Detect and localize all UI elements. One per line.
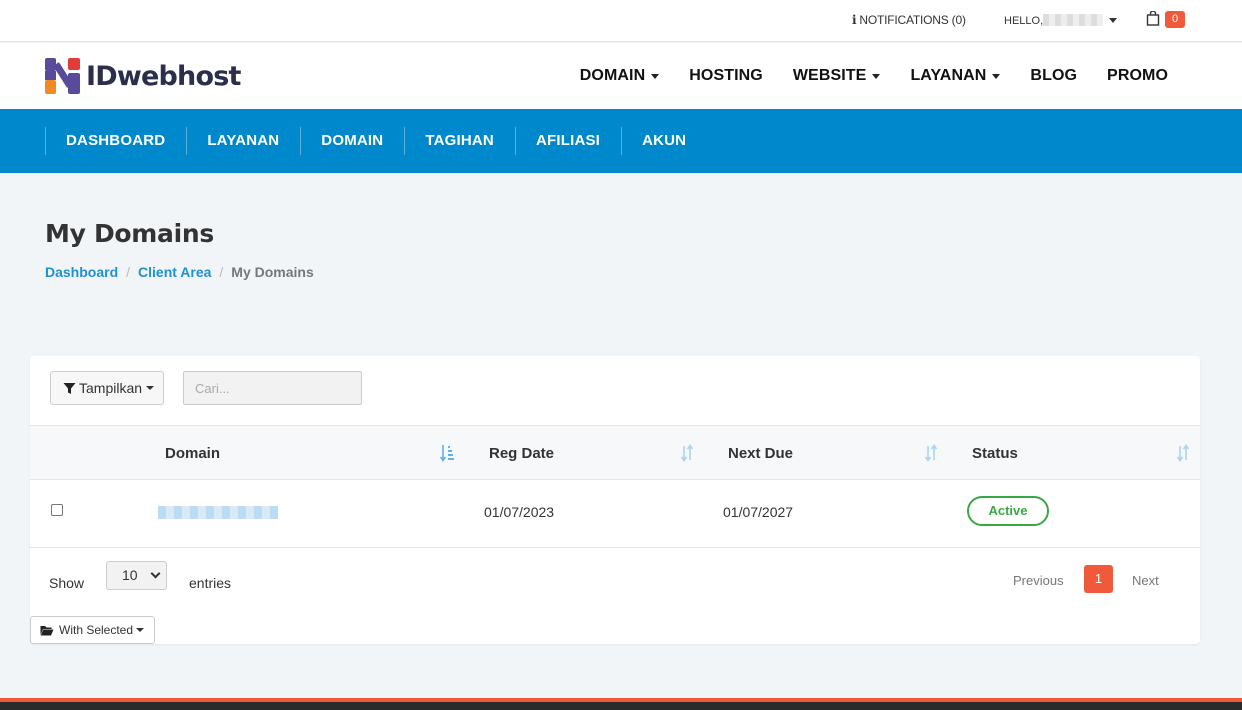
footer-bar	[0, 698, 1242, 710]
with-selected-button[interactable]: With Selected	[30, 616, 155, 644]
nav-hosting[interactable]: HOSTING	[689, 67, 763, 85]
search-input[interactable]	[183, 371, 362, 405]
caret-down-icon	[136, 628, 145, 632]
column-header-reg-date[interactable]: Reg Date	[489, 445, 554, 462]
hello-label: HELLO,	[1004, 15, 1044, 27]
reg-date-cell: 01/07/2023	[484, 504, 555, 520]
nav-label: DOMAIN	[579, 67, 646, 84]
filter-icon	[63, 382, 76, 394]
nav-label: HOSTING	[689, 67, 763, 84]
subnav-domain[interactable]: DOMAIN	[300, 127, 404, 155]
column-header-domain[interactable]: Domain	[165, 445, 220, 462]
cart-icon[interactable]	[1146, 11, 1160, 26]
filter-button[interactable]: Tampilkan	[50, 371, 164, 405]
nav-blog[interactable]: BLOG	[1030, 67, 1077, 85]
pagination-previous[interactable]: Previous	[1013, 573, 1064, 588]
page-size-select[interactable]: 10	[106, 561, 167, 590]
sort-icon[interactable]	[924, 443, 938, 463]
breadcrumb-separator: /	[219, 264, 224, 280]
nav-label: BLOG	[1030, 67, 1078, 84]
caret-down-icon	[146, 386, 155, 390]
subnav-dashboard[interactable]: DASHBOARD	[45, 127, 186, 155]
client-area-nav: DASHBOARD LAYANAN DOMAIN TAGIHAN AFILIAS…	[0, 109, 1242, 173]
with-selected-label: With Selected	[59, 623, 134, 637]
nav-layanan[interactable]: LAYANAN	[910, 67, 1001, 85]
top-bar: i NOTIFICATIONS (0) HELLO, 0	[0, 0, 1242, 42]
chevron-down-icon	[150, 568, 161, 579]
sort-icon[interactable]	[1176, 443, 1190, 463]
subnav-tagihan[interactable]: TAGIHAN	[404, 127, 515, 155]
breadcrumb-client-area[interactable]: Client Area	[138, 264, 211, 280]
pagination-next[interactable]: Next	[1132, 573, 1159, 588]
subnav-akun[interactable]: AKUN	[621, 127, 707, 155]
table-header: Domain Reg Date Next Due Status	[30, 425, 1200, 480]
username-redacted	[1043, 14, 1104, 26]
sort-icon[interactable]	[680, 443, 694, 463]
info-icon: i	[852, 13, 857, 27]
next-due-cell: 01/07/2027	[723, 504, 794, 520]
caret-down-icon	[992, 73, 1001, 79]
domain-name-redacted[interactable]	[158, 506, 278, 519]
nav-label: LAYANAN	[910, 67, 987, 84]
caret-down-icon	[651, 73, 660, 79]
folder-open-icon	[40, 625, 54, 635]
notifications-label: NOTIFICATIONS (0)	[859, 13, 966, 27]
user-menu[interactable]: HELLO,	[1004, 14, 1104, 27]
entries-label: entries	[189, 575, 232, 591]
main-header: IDwebhost DOMAIN HOSTING WEBSITE LAYANAN…	[0, 43, 1242, 109]
filter-label: Tampilkan	[79, 380, 143, 396]
nav-website[interactable]: WEBSITE	[793, 67, 881, 85]
status-badge: Active	[967, 496, 1049, 526]
pagination-page-1[interactable]: 1	[1084, 565, 1113, 593]
logo-text: IDwebhost	[86, 60, 241, 92]
page-size-value: 10	[122, 567, 138, 583]
breadcrumb-current: My Domains	[231, 264, 314, 280]
subnav-afiliasi[interactable]: AFILIASI	[514, 127, 621, 155]
chevron-down-icon[interactable]	[1109, 18, 1117, 23]
column-header-next-due[interactable]: Next Due	[728, 445, 793, 462]
cart-count-badge[interactable]: 0	[1165, 11, 1185, 28]
nav-promo[interactable]: PROMO	[1107, 67, 1168, 85]
nav-label: PROMO	[1107, 67, 1168, 84]
breadcrumb-separator: /	[126, 264, 131, 280]
breadcrumb: Dashboard / Client Area / My Domains	[45, 264, 314, 280]
nav-label: WEBSITE	[792, 67, 867, 84]
caret-down-icon	[872, 73, 881, 79]
logo[interactable]: IDwebhost	[45, 58, 241, 94]
breadcrumb-dashboard[interactable]: Dashboard	[45, 264, 118, 280]
domains-card: Tampilkan Domain Reg Date Next Due Statu…	[30, 356, 1200, 644]
sort-active-icon[interactable]	[440, 443, 454, 463]
main-nav: DOMAIN HOSTING WEBSITE LAYANAN BLOG PROM…	[580, 67, 1168, 85]
notifications-link[interactable]: i NOTIFICATIONS (0)	[852, 13, 966, 27]
table-row[interactable]: 01/07/2023 01/07/2027 Active	[30, 480, 1200, 548]
nav-domain[interactable]: DOMAIN	[579, 67, 660, 85]
table-footer: Show 10 entries Previous 1 Next With Sel…	[30, 548, 1200, 644]
column-header-status[interactable]: Status	[972, 445, 1018, 462]
show-label: Show	[49, 575, 85, 591]
page-title: My Domains	[45, 219, 214, 248]
subnav-layanan[interactable]: LAYANAN	[186, 127, 300, 155]
logo-mark-icon	[45, 58, 80, 94]
row-checkbox[interactable]	[51, 504, 63, 516]
